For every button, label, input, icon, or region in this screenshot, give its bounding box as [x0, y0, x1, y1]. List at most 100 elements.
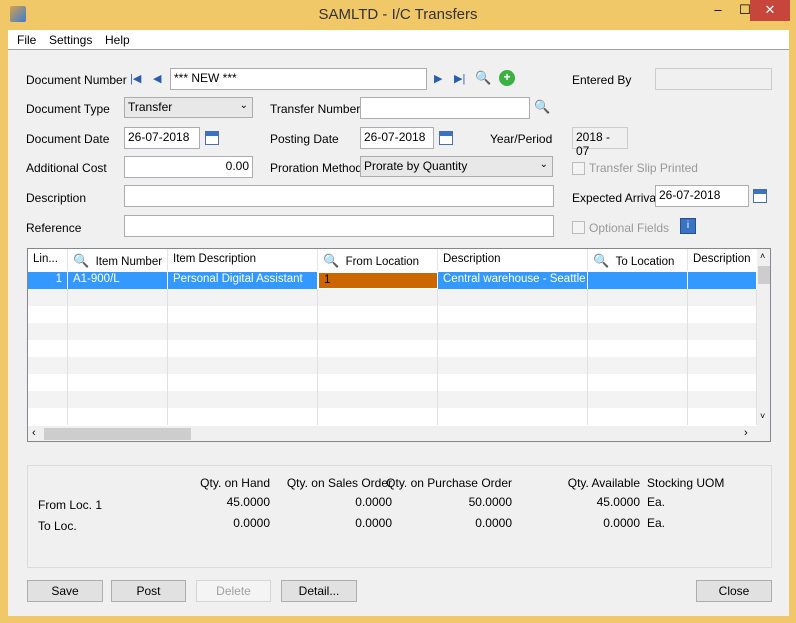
empty-cell[interactable]	[318, 306, 438, 323]
empty-cell[interactable]	[438, 306, 588, 323]
empty-cell[interactable]	[318, 391, 438, 408]
column-header-to-location[interactable]: 🔍 To Location	[588, 249, 688, 271]
first-record-icon[interactable]: |◀	[130, 72, 141, 85]
empty-table-row[interactable]	[28, 408, 757, 425]
scroll-up-icon[interactable]: ˄	[760, 251, 765, 261]
horizontal-scrollbar[interactable]: ‹ ›	[28, 426, 770, 441]
search-icon[interactable]: 🔍	[323, 253, 339, 268]
cell-item-number[interactable]: A1-900/L	[68, 272, 168, 289]
cell-line[interactable]: 1	[28, 272, 68, 289]
empty-cell[interactable]	[688, 408, 757, 425]
column-header-from-location[interactable]: 🔍 From Location	[318, 249, 438, 271]
empty-cell[interactable]	[588, 289, 688, 306]
empty-cell[interactable]	[168, 391, 318, 408]
transfer-number-input[interactable]	[360, 97, 530, 119]
empty-cell[interactable]	[688, 391, 757, 408]
empty-cell[interactable]	[438, 391, 588, 408]
empty-cell[interactable]	[28, 391, 68, 408]
empty-cell[interactable]	[168, 323, 318, 340]
close-button[interactable]: Close	[696, 580, 772, 602]
empty-cell[interactable]	[688, 306, 757, 323]
empty-cell[interactable]	[318, 340, 438, 357]
empty-table-row[interactable]	[28, 391, 757, 408]
empty-cell[interactable]	[168, 357, 318, 374]
empty-cell[interactable]	[438, 289, 588, 306]
proration-method-select[interactable]: Prorate by Quantity ⌄	[360, 156, 553, 177]
empty-cell[interactable]	[168, 340, 318, 357]
save-button[interactable]: Save	[27, 580, 103, 602]
empty-table-row[interactable]	[28, 374, 757, 391]
scroll-right-icon[interactable]: ›	[744, 427, 748, 439]
empty-cell[interactable]	[168, 306, 318, 323]
empty-table-row[interactable]	[28, 289, 757, 306]
search-icon[interactable]: 🔍	[73, 253, 89, 268]
document-type-select[interactable]: Transfer ⌄	[124, 97, 253, 118]
empty-cell[interactable]	[318, 289, 438, 306]
empty-cell[interactable]	[28, 323, 68, 340]
empty-table-row[interactable]	[28, 306, 757, 323]
cell-from-description[interactable]: Central warehouse - Seattle	[438, 272, 588, 289]
calendar-icon[interactable]	[205, 131, 219, 145]
empty-cell[interactable]	[68, 289, 168, 306]
vertical-scrollbar[interactable]: ˄ ˅	[757, 249, 770, 426]
previous-record-icon[interactable]: ◀	[153, 72, 161, 85]
empty-cell[interactable]	[588, 374, 688, 391]
empty-cell[interactable]	[28, 408, 68, 425]
empty-cell[interactable]	[688, 374, 757, 391]
column-header-to-description[interactable]: Description	[688, 249, 758, 271]
empty-cell[interactable]	[68, 323, 168, 340]
table-row[interactable]: 1 A1-900/L Personal Digital Assistant 1 …	[28, 272, 757, 289]
column-header-item-number[interactable]: 🔍 Item Number	[68, 249, 168, 271]
empty-cell[interactable]	[588, 391, 688, 408]
optional-fields-checkbox[interactable]	[572, 221, 585, 234]
empty-cell[interactable]	[588, 408, 688, 425]
scroll-down-icon[interactable]: ˅	[760, 411, 765, 421]
empty-cell[interactable]	[438, 408, 588, 425]
document-date-input[interactable]: 26-07-2018	[124, 127, 200, 149]
close-window-button[interactable]: ✕	[750, 0, 790, 21]
calendar-icon[interactable]	[753, 189, 767, 203]
last-record-icon[interactable]: ▶|	[454, 72, 465, 85]
empty-cell[interactable]	[688, 357, 757, 374]
horizontal-scroll-thumb[interactable]	[44, 428, 191, 440]
empty-cell[interactable]	[588, 306, 688, 323]
empty-cell[interactable]	[318, 408, 438, 425]
empty-cell[interactable]	[28, 289, 68, 306]
empty-table-row[interactable]	[28, 340, 757, 357]
empty-cell[interactable]	[68, 408, 168, 425]
empty-cell[interactable]	[28, 374, 68, 391]
calendar-icon[interactable]	[439, 131, 453, 145]
transfer-number-search-icon[interactable]: 🔍	[534, 99, 550, 115]
menu-help[interactable]: Help	[105, 33, 130, 47]
empty-cell[interactable]	[438, 357, 588, 374]
document-number-input[interactable]: *** NEW ***	[170, 68, 427, 90]
empty-cell[interactable]	[68, 340, 168, 357]
empty-cell[interactable]	[688, 340, 757, 357]
empty-cell[interactable]	[168, 374, 318, 391]
empty-table-row[interactable]	[28, 323, 757, 340]
search-icon[interactable]: 🔍	[593, 253, 609, 268]
empty-cell[interactable]	[168, 289, 318, 306]
empty-cell[interactable]	[318, 374, 438, 391]
search-icon[interactable]: 🔍	[475, 70, 491, 86]
reference-input[interactable]	[124, 215, 554, 237]
empty-cell[interactable]	[688, 289, 757, 306]
posting-date-input[interactable]: 26-07-2018	[360, 127, 434, 149]
delete-button[interactable]: Delete	[196, 580, 271, 602]
column-header-item-description[interactable]: Item Description	[168, 249, 318, 271]
empty-cell[interactable]	[68, 374, 168, 391]
description-input[interactable]	[124, 185, 554, 207]
empty-cell[interactable]	[438, 323, 588, 340]
empty-cell[interactable]	[318, 357, 438, 374]
empty-cell[interactable]	[28, 357, 68, 374]
column-header-from-description[interactable]: Description	[438, 249, 588, 271]
scroll-left-icon[interactable]: ‹	[32, 427, 36, 439]
menu-settings[interactable]: Settings	[49, 33, 92, 47]
menu-file[interactable]: File	[17, 33, 36, 47]
post-button[interactable]: Post	[111, 580, 186, 602]
next-record-icon[interactable]: ▶	[434, 72, 442, 85]
cell-to-location[interactable]	[588, 272, 688, 289]
empty-cell[interactable]	[28, 306, 68, 323]
empty-cell[interactable]	[68, 357, 168, 374]
empty-cell[interactable]	[588, 323, 688, 340]
